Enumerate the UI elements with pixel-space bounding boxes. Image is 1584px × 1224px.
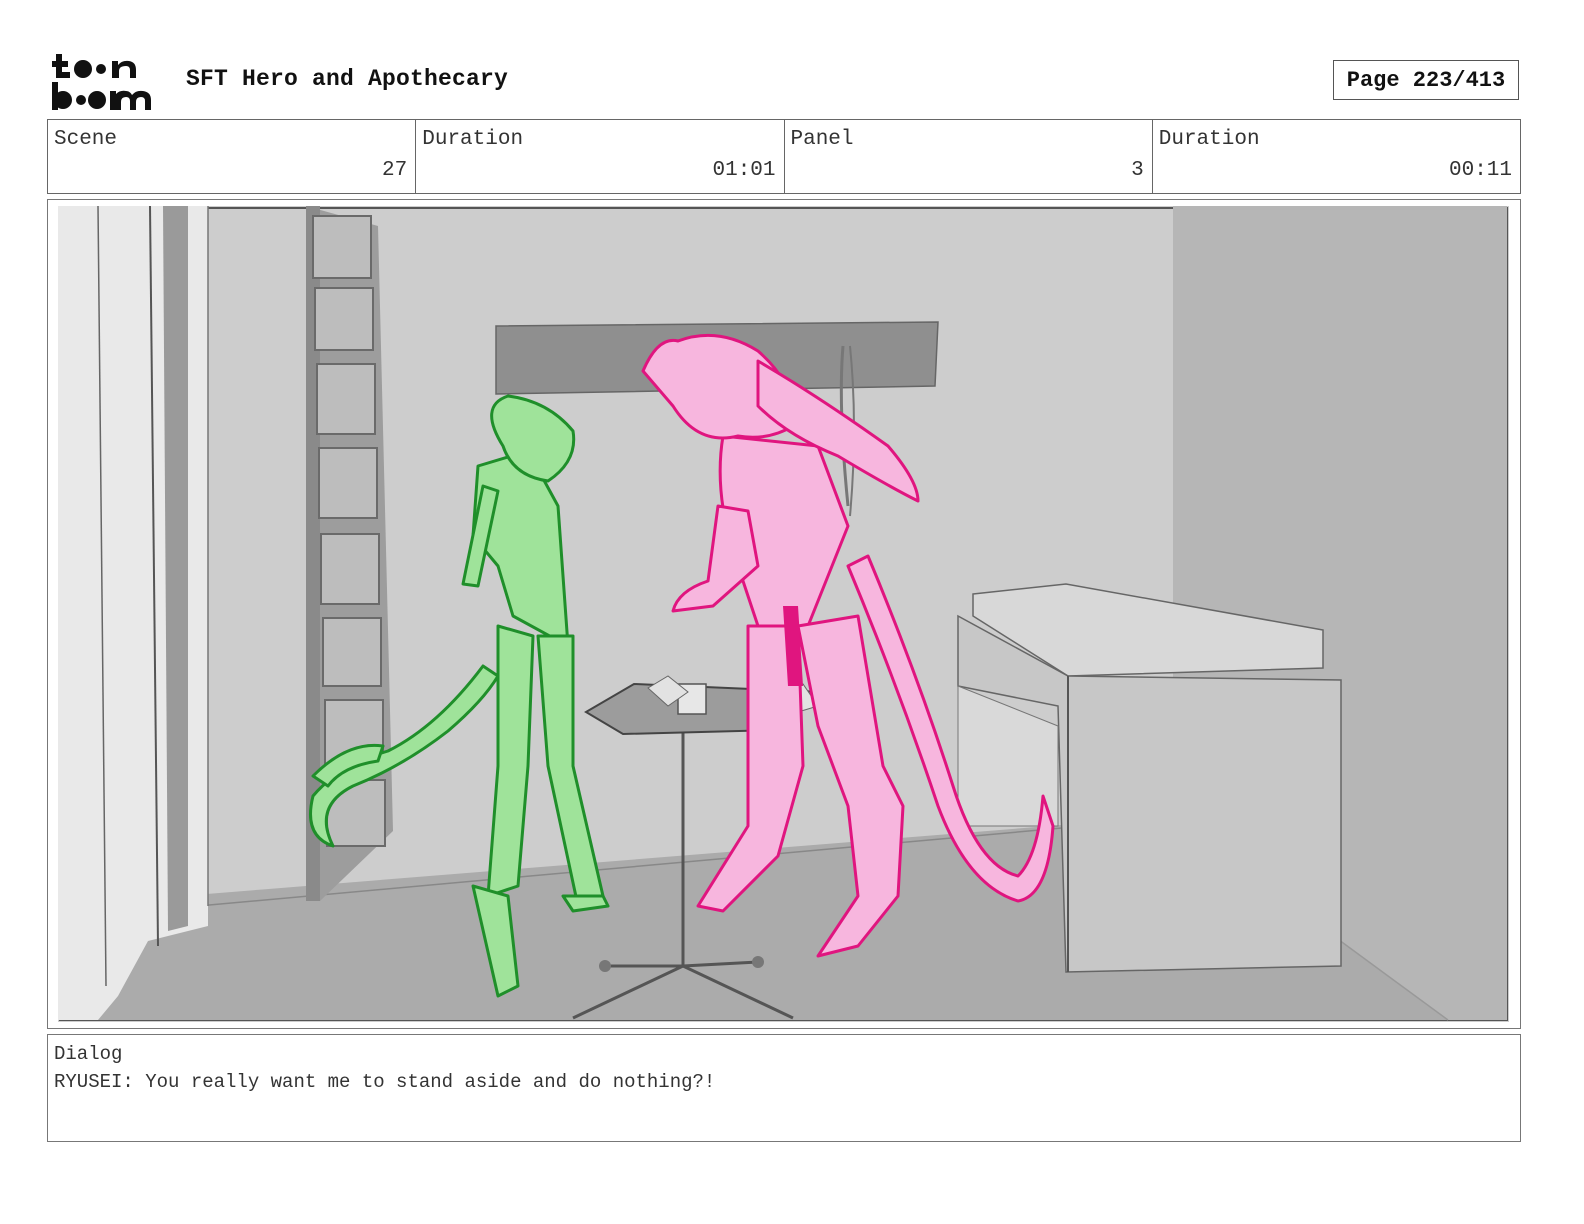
panel-label: Panel — [790, 128, 854, 151]
scene-info-row: Scene 27 Duration 01:01 Panel 3 Duration… — [47, 119, 1521, 194]
dialog-label: Dialog — [54, 1043, 123, 1065]
panel-duration-cell: Duration 00:11 — [1153, 120, 1520, 193]
scene-duration-value: 01:01 — [712, 159, 776, 182]
panel-duration-label: Duration — [1158, 128, 1260, 151]
scene-duration-label: Duration — [422, 128, 524, 151]
storyboard-panel — [47, 199, 1521, 1029]
document-title: SFT Hero and Apothecary — [186, 66, 509, 92]
toon-boom-logo — [52, 54, 151, 110]
page-number: Page 223/413 — [1333, 60, 1519, 100]
dialog-box: Dialog RYUSEI: You really want me to sta… — [47, 1034, 1521, 1142]
panel-value: 3 — [1131, 159, 1144, 182]
scene-label: Scene — [54, 128, 118, 151]
panel-cell: Panel 3 — [785, 120, 1153, 193]
scene-duration-cell: Duration 01:01 — [416, 120, 785, 193]
panel-drawing — [58, 206, 1509, 1022]
dialog-text: RYUSEI: You really want me to stand asid… — [54, 1071, 716, 1093]
scene-value: 27 — [382, 159, 408, 182]
panel-duration-value: 00:11 — [1448, 159, 1512, 182]
scene-cell: Scene 27 — [48, 120, 417, 193]
